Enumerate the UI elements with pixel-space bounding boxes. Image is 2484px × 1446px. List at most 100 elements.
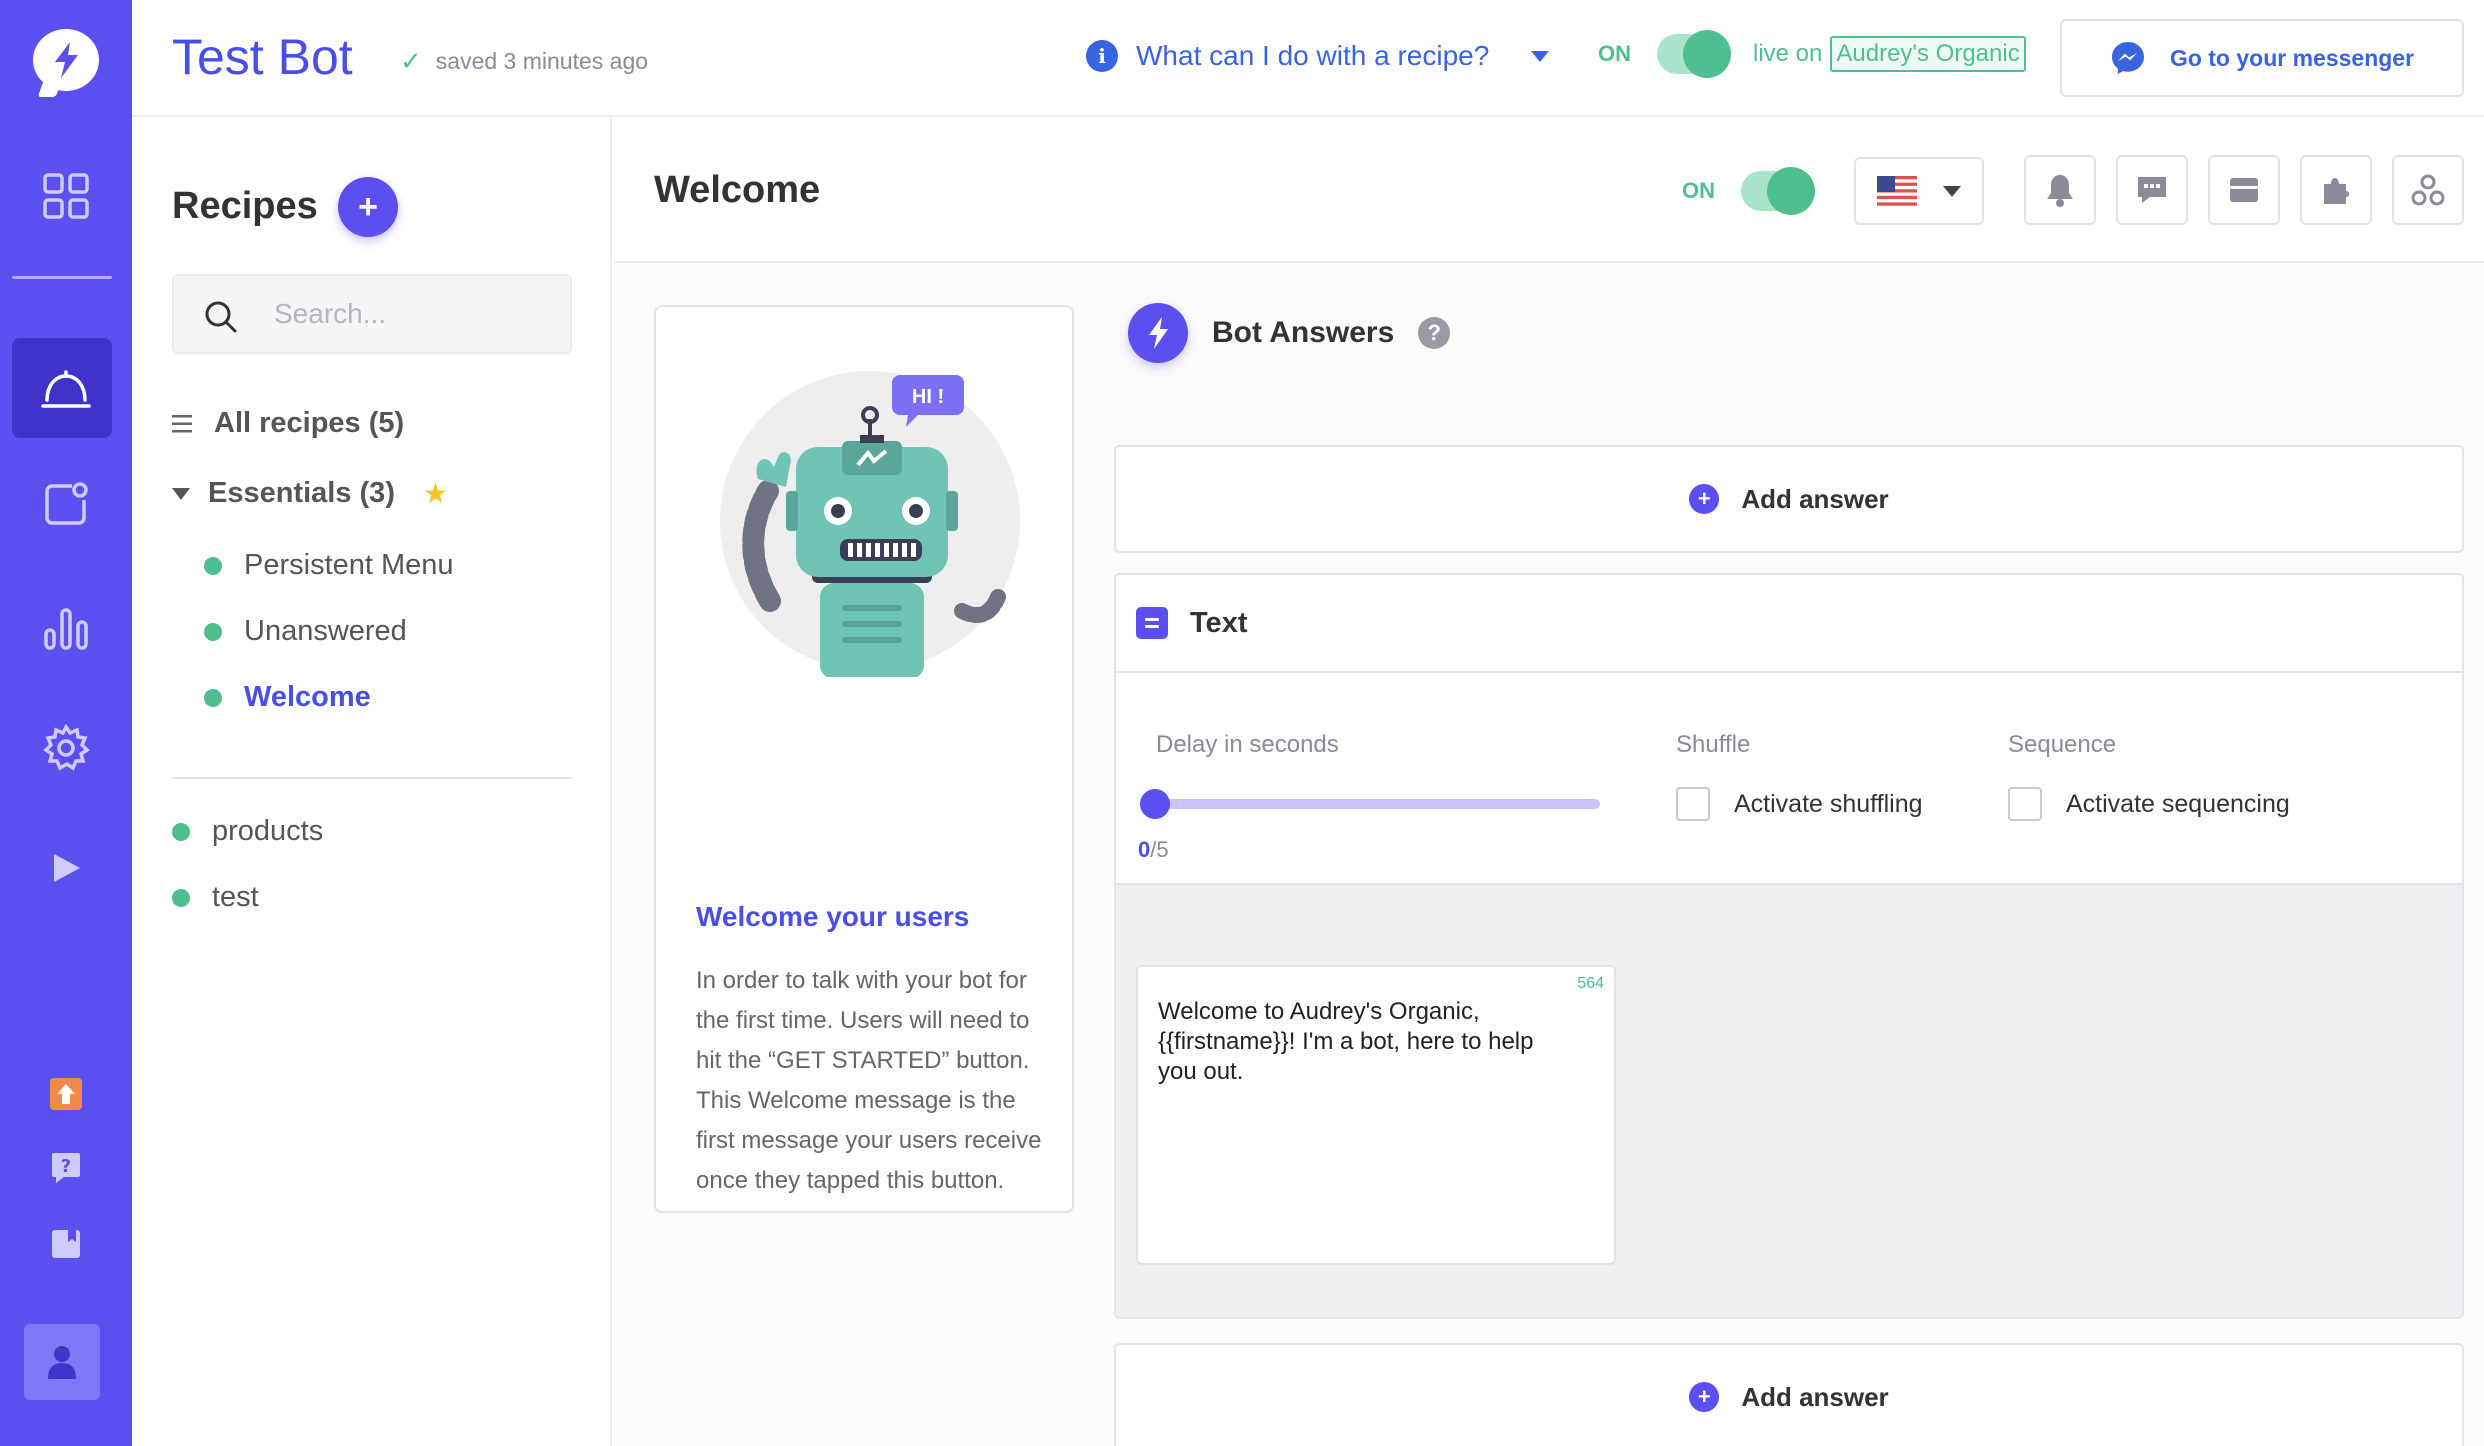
app-logo[interactable] bbox=[0, 22, 132, 98]
recipe-item-test[interactable]: test bbox=[172, 881, 259, 914]
delay-max-value: /5 bbox=[1150, 837, 1169, 862]
caret-down-icon bbox=[1943, 185, 1961, 197]
collapse-triangle-icon bbox=[172, 487, 190, 500]
recipes-cloche-icon[interactable] bbox=[0, 350, 132, 426]
all-recipes-item[interactable]: All recipes (5) bbox=[172, 407, 404, 440]
recipe-on-label: ON bbox=[1682, 178, 1715, 203]
recipe-info-card: HI ! Welcome your users In order to talk… bbox=[654, 305, 1074, 1213]
recipe-header: Welcome ON bbox=[614, 117, 2484, 263]
upgrade-icon[interactable] bbox=[0, 1070, 132, 1118]
recipe-help-link[interactable]: What can I do with a recipe? bbox=[1136, 40, 1489, 72]
recipe-help-dropdown[interactable]: i What can I do with a recipe? bbox=[1086, 40, 1550, 72]
svg-text:?: ? bbox=[61, 1156, 71, 1177]
recipe-item-products[interactable]: products bbox=[172, 815, 323, 848]
recipes-heading: Recipes bbox=[172, 185, 318, 227]
sequence-label: Sequence bbox=[2008, 731, 2117, 758]
dashboard-icon[interactable] bbox=[0, 158, 132, 234]
text-block-header: Text bbox=[1116, 575, 2462, 673]
delay-slider-track[interactable] bbox=[1156, 799, 1600, 809]
recipe-item-persistent-menu[interactable]: Persistent Menu bbox=[204, 549, 454, 582]
recipes-sidebar: Recipes + All recipes (5) Essentials (3)… bbox=[132, 117, 612, 1446]
inbox-icon bbox=[2230, 178, 2258, 202]
go-to-messenger-button[interactable]: Go to your messenger bbox=[2060, 19, 2464, 97]
text-block-title: Text bbox=[1190, 606, 1248, 639]
recipe-search-input[interactable] bbox=[274, 294, 554, 334]
us-flag-icon bbox=[1877, 176, 1917, 206]
recipe-item-label: products bbox=[212, 815, 324, 847]
sequence-checkbox-row[interactable]: Activate sequencing bbox=[2008, 787, 2290, 821]
text-block-icon bbox=[1136, 607, 1168, 639]
sidebar-divider bbox=[172, 777, 572, 779]
bot-answers-header: Bot Answers ? bbox=[1128, 303, 1451, 363]
delay-current-value: 0 bbox=[1138, 837, 1151, 862]
star-icon: ★ bbox=[422, 478, 449, 509]
recipe-active-toggle[interactable] bbox=[1741, 167, 1815, 215]
recipe-search-box bbox=[172, 274, 572, 354]
share-network-icon bbox=[2411, 174, 2445, 206]
essentials-label: Essentials (3) bbox=[208, 477, 395, 509]
bot-on-label: ON bbox=[1598, 41, 1631, 66]
add-recipe-button[interactable]: + bbox=[338, 177, 398, 237]
top-header: Test Bot ✓ saved 3 minutes ago i What ca… bbox=[132, 0, 2484, 117]
robot-greeting-text: HI ! bbox=[912, 386, 944, 408]
plus-icon: + bbox=[1689, 1382, 1720, 1412]
language-dropdown[interactable] bbox=[1854, 157, 1984, 225]
status-dot bbox=[204, 556, 222, 575]
broadcast-icon[interactable] bbox=[0, 466, 132, 542]
recipe-item-unanswered[interactable]: Unanswered bbox=[204, 615, 407, 648]
comment-button[interactable] bbox=[2116, 155, 2188, 225]
bolt-icon bbox=[1128, 303, 1188, 363]
bot-name-title[interactable]: Test Bot bbox=[172, 28, 353, 86]
recipe-title: Welcome bbox=[654, 169, 821, 211]
live-on-label: live on bbox=[1753, 40, 1823, 67]
delay-label: Delay in seconds bbox=[1156, 731, 1339, 758]
puzzle-icon bbox=[2324, 178, 2349, 204]
add-answer-label: Add answer bbox=[1741, 1381, 1889, 1412]
text-block-settings: Delay in seconds 0/5 Shuffle Activate sh… bbox=[1116, 673, 2462, 885]
robot-illustration: HI ! bbox=[720, 371, 1020, 677]
all-recipes-label: All recipes (5) bbox=[214, 407, 405, 439]
comment-icon bbox=[2138, 177, 2166, 203]
bot-live-status: ON live on Audrey's Organic bbox=[1598, 30, 2026, 78]
sequence-checkbox-label: Activate sequencing bbox=[2066, 789, 2290, 818]
recipe-item-label: Unanswered bbox=[244, 615, 407, 647]
check-icon: ✓ bbox=[400, 46, 422, 76]
message-text-card[interactable]: 564 Welcome to Audrey's Organic, {{first… bbox=[1136, 965, 1616, 1265]
bot-live-toggle[interactable] bbox=[1657, 30, 1731, 78]
help-question-icon[interactable]: ? bbox=[1418, 317, 1451, 349]
recipe-item-label: Persistent Menu bbox=[244, 549, 454, 581]
info-card-description: In order to talk with your bot for the f… bbox=[696, 967, 1042, 1194]
recipe-item-welcome[interactable]: Welcome bbox=[204, 681, 371, 714]
add-answer-button-bottom[interactable]: + Add answer bbox=[1114, 1343, 2464, 1446]
integrations-button[interactable] bbox=[2392, 155, 2464, 225]
essentials-group[interactable]: Essentials (3) ★ bbox=[172, 477, 448, 510]
shuffle-checkbox-label: Activate shuffling bbox=[1734, 789, 1923, 818]
analytics-icon[interactable] bbox=[0, 590, 132, 666]
inbox-button[interactable] bbox=[2208, 155, 2280, 225]
plugin-button[interactable] bbox=[2300, 155, 2372, 225]
help-question-icon[interactable]: ? bbox=[0, 1144, 132, 1192]
list-icon bbox=[172, 414, 192, 432]
add-answer-button-top[interactable]: + Add answer bbox=[1114, 445, 2464, 553]
notification-bell-button[interactable] bbox=[2024, 155, 2096, 225]
recipe-item-label: test bbox=[212, 881, 259, 913]
settings-gear-icon[interactable] bbox=[0, 710, 132, 786]
delay-value: 0/5 bbox=[1138, 837, 1169, 863]
user-avatar-button[interactable] bbox=[24, 1324, 100, 1400]
save-status: ✓ saved 3 minutes ago bbox=[400, 46, 648, 77]
live-page-link[interactable]: Audrey's Organic bbox=[1830, 36, 2026, 72]
delay-slider-handle[interactable] bbox=[1140, 789, 1170, 819]
play-icon[interactable] bbox=[0, 830, 132, 906]
text-answer-block: Text Delay in seconds 0/5 Shuffle Activa… bbox=[1114, 573, 2464, 1319]
app-nav-rail: ? bbox=[0, 0, 132, 1446]
sequence-checkbox[interactable] bbox=[2008, 787, 2042, 821]
bookmark-book-icon[interactable] bbox=[0, 1220, 132, 1268]
info-icon: i bbox=[1086, 40, 1118, 72]
status-dot bbox=[204, 688, 222, 707]
message-textarea[interactable]: Welcome to Audrey's Organic, {{firstname… bbox=[1158, 997, 1578, 1087]
shuffle-checkbox[interactable] bbox=[1676, 787, 1710, 821]
status-dot bbox=[172, 822, 190, 841]
save-status-text: saved 3 minutes ago bbox=[435, 48, 649, 74]
shuffle-checkbox-row[interactable]: Activate shuffling bbox=[1676, 787, 1923, 821]
messenger-icon bbox=[2111, 42, 2144, 74]
